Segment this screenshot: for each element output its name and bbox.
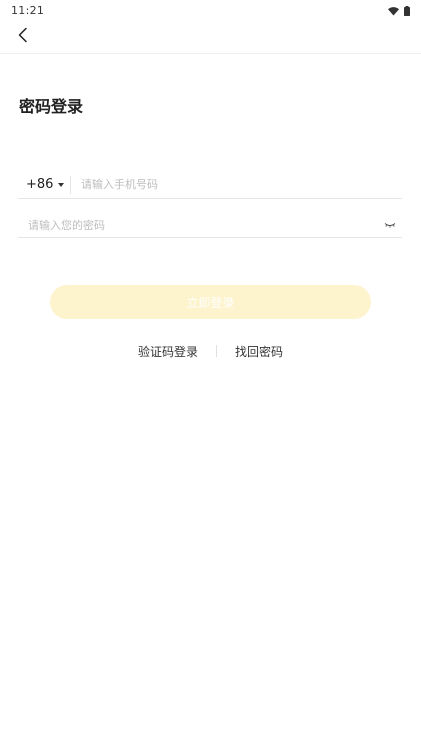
- country-code-label: +86: [26, 177, 54, 192]
- wifi-icon: [388, 1, 399, 20]
- phone-input[interactable]: [81, 173, 402, 196]
- caret-down-icon: [58, 182, 65, 187]
- battery-icon: [404, 1, 410, 20]
- status-bar: 11:21: [0, 0, 421, 20]
- status-time: 11:21: [11, 3, 45, 17]
- phone-field-row: +86: [18, 171, 402, 199]
- status-icons: [388, 1, 410, 20]
- sms-login-link[interactable]: 验证码登录: [138, 343, 198, 360]
- password-input[interactable]: [28, 214, 382, 236]
- password-field-row: [18, 213, 402, 238]
- page-title: 密码登录: [19, 97, 84, 116]
- country-code-selector[interactable]: +86: [18, 175, 70, 195]
- link-divider: [216, 345, 217, 357]
- find-password-link[interactable]: 找回密码: [235, 343, 283, 360]
- country-code-divider: [70, 175, 71, 194]
- eye-closed-icon[interactable]: [382, 219, 398, 231]
- chevron-left-icon: [17, 27, 29, 47]
- nav-bar: [0, 20, 421, 54]
- bottom-links: 验证码登录 找回密码: [0, 341, 421, 361]
- login-button[interactable]: 立即登录: [50, 285, 371, 319]
- back-button[interactable]: [10, 24, 36, 50]
